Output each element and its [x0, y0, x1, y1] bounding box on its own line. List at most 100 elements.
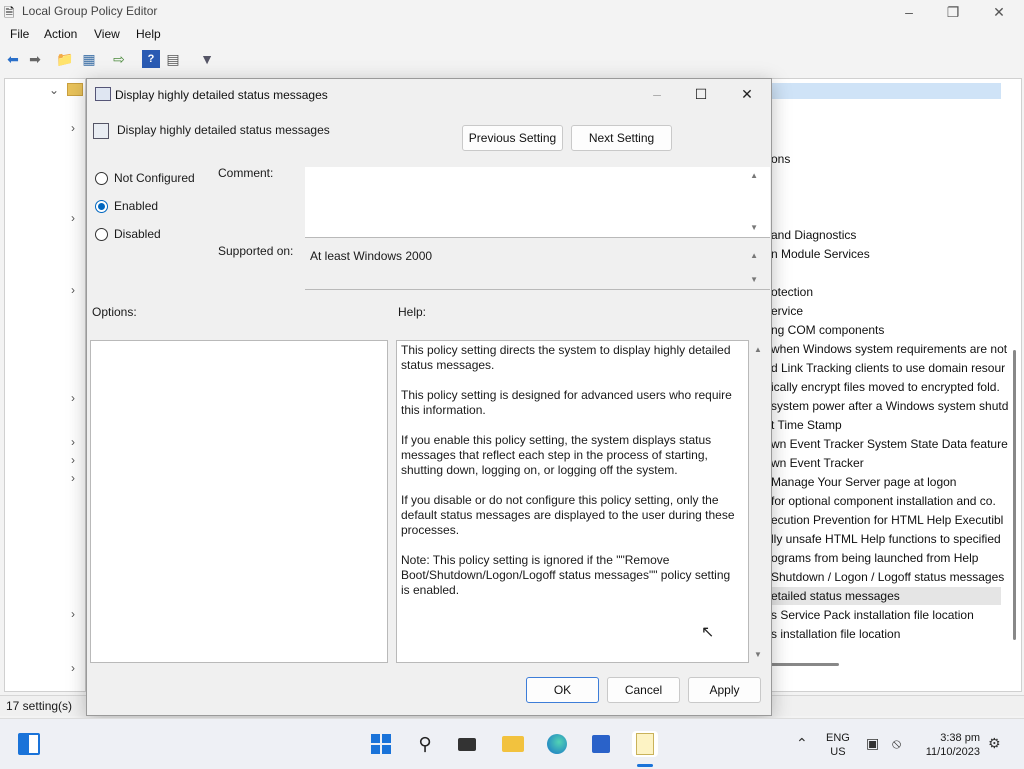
- store-icon[interactable]: [588, 731, 614, 757]
- list-item[interactable]: when Windows system requirements are not: [771, 342, 1007, 356]
- chevron-right-icon[interactable]: ›: [71, 121, 75, 135]
- radio-circle[interactable]: [95, 171, 108, 185]
- volume-muted-icon[interactable]: ⦸: [892, 735, 901, 752]
- chevron-right-icon[interactable]: ›: [71, 391, 75, 405]
- radio-label: Enabled: [114, 199, 159, 213]
- file-explorer-icon[interactable]: [500, 731, 526, 757]
- list-item[interactable]: otection: [771, 285, 813, 299]
- chevron-right-icon[interactable]: ›: [71, 211, 75, 225]
- next-setting-button[interactable]: Next Setting: [571, 125, 672, 151]
- radio-enabled[interactable]: Enabled: [95, 199, 158, 213]
- edge-icon[interactable]: [544, 731, 570, 757]
- list-item[interactable]: etailed status messages: [771, 589, 900, 603]
- apply-button[interactable]: Apply: [688, 677, 761, 703]
- minimize-button[interactable]: –: [886, 0, 932, 24]
- radio-circle-selected[interactable]: [95, 199, 108, 213]
- radio-disabled[interactable]: Disabled: [95, 227, 161, 241]
- status-text: 17 setting(s): [6, 699, 73, 713]
- policy-dialog: Display highly detailed status messages …: [86, 78, 772, 716]
- input-language-indicator[interactable]: ENG US: [826, 731, 850, 759]
- scroll-up-arrow-icon[interactable]: ▲: [750, 171, 758, 180]
- menu-view[interactable]: View: [94, 27, 120, 41]
- list-item[interactable]: Manage Your Server page at logon: [771, 475, 956, 489]
- chevron-down-icon[interactable]: ⌄: [49, 83, 59, 97]
- cancel-button[interactable]: Cancel: [607, 677, 680, 703]
- radio-circle[interactable]: [95, 227, 108, 241]
- tree-pane[interactable]: ⌄ › › › › › › › › ›: [4, 78, 86, 692]
- scroll-down-arrow-icon[interactable]: ▼: [750, 223, 758, 232]
- chevron-up-icon[interactable]: ⌃: [796, 735, 808, 752]
- notification-icon[interactable]: ⚙: [988, 735, 1001, 752]
- list-item[interactable]: ecution Prevention for HTML Help Executi…: [771, 513, 1003, 527]
- scroll-up-arrow-icon[interactable]: ▲: [750, 251, 758, 260]
- ok-button[interactable]: OK: [526, 677, 599, 703]
- dialog-maximize-button[interactable]: ☐: [679, 79, 723, 109]
- help-scroll-up-icon[interactable]: ▲: [754, 345, 762, 354]
- help-scroll-down-icon[interactable]: ▼: [754, 650, 762, 659]
- task-view-icon[interactable]: [454, 731, 480, 757]
- list-item[interactable]: wn Event Tracker System State Data featu…: [771, 437, 1008, 451]
- chevron-right-icon[interactable]: ›: [71, 471, 75, 485]
- gpedit-app-icon: 🗎: [4, 5, 15, 20]
- supported-on-value: At least Windows 2000: [310, 249, 433, 263]
- options-label: Options:: [92, 305, 137, 319]
- list-item[interactable]: for optional component installation and …: [771, 494, 996, 508]
- horizontal-scrollbar[interactable]: [769, 663, 839, 666]
- show-hide-tree-icon[interactable]: ▦: [80, 50, 98, 68]
- close-button[interactable]: ✕: [976, 0, 1022, 24]
- maximize-button[interactable]: ❐: [930, 0, 976, 24]
- list-item[interactable]: ervice: [771, 304, 803, 318]
- properties-icon[interactable]: ▤: [164, 50, 182, 68]
- help-icon[interactable]: ?: [142, 50, 160, 68]
- list-item[interactable]: ng COM components: [771, 323, 884, 337]
- list-item[interactable]: s Service Pack installation file locatio…: [771, 608, 974, 622]
- list-item[interactable]: wn Event Tracker: [771, 456, 864, 470]
- start-icon[interactable]: [368, 731, 394, 757]
- chevron-right-icon[interactable]: ›: [71, 435, 75, 449]
- help-text: This policy setting directs the system t…: [401, 343, 741, 613]
- chevron-right-icon[interactable]: ›: [71, 453, 75, 467]
- comment-field[interactable]: ▲ ▼: [305, 167, 770, 238]
- radio-not-configured[interactable]: Not Configured: [95, 171, 195, 185]
- list-column-header[interactable]: [769, 83, 1001, 99]
- export-list-icon[interactable]: ⇨: [110, 50, 128, 68]
- dialog-close-button[interactable]: ✕: [725, 79, 769, 109]
- list-item[interactable]: ons: [771, 152, 790, 166]
- list-item[interactable]: system power after a Windows system shut…: [771, 399, 1008, 413]
- up-folder-icon[interactable]: 📁: [56, 50, 74, 68]
- filter-icon[interactable]: ▼: [198, 50, 216, 68]
- list-item[interactable]: ically encrypt files moved to encrypted …: [771, 380, 1000, 394]
- region-text: US: [830, 746, 846, 758]
- list-item[interactable]: n Module Services: [771, 247, 870, 261]
- clock[interactable]: 3:38 pm 11/10/2023: [922, 731, 980, 759]
- menu-file[interactable]: File: [10, 27, 29, 41]
- settings-list[interactable]: ons and Diagnostics n Module Services ot…: [768, 78, 1022, 692]
- list-item[interactable]: lly unsafe HTML Help functions to specif…: [771, 532, 1001, 546]
- dialog-title: Display highly detailed status messages: [115, 88, 328, 102]
- list-item[interactable]: ograms from being launched from Help: [771, 551, 978, 565]
- chevron-right-icon[interactable]: ›: [71, 661, 75, 675]
- chevron-right-icon[interactable]: ›: [71, 283, 75, 297]
- previous-setting-button[interactable]: Previous Setting: [462, 125, 563, 151]
- list-item[interactable]: d Link Tracking clients to use domain re…: [771, 361, 1005, 375]
- options-pane: [90, 340, 388, 663]
- list-item[interactable]: s installation file location: [771, 627, 900, 641]
- network-icon[interactable]: ▣: [866, 735, 879, 752]
- forward-icon[interactable]: ➡: [26, 50, 44, 68]
- list-item[interactable]: and Diagnostics: [771, 228, 856, 242]
- notepad-icon[interactable]: [632, 731, 658, 757]
- widgets-icon[interactable]: [16, 731, 42, 757]
- mouse-cursor-icon: ↖: [701, 624, 715, 641]
- back-icon[interactable]: ⬅: [4, 50, 22, 68]
- supported-on-field: At least Windows 2000 ▲ ▼: [305, 243, 770, 290]
- list-item[interactable]: t Time Stamp: [771, 418, 842, 432]
- window-title: Local Group Policy Editor: [22, 4, 158, 18]
- search-icon[interactable]: ⚲: [412, 731, 438, 757]
- menu-help[interactable]: Help: [136, 27, 161, 41]
- menu-action[interactable]: Action: [44, 27, 77, 41]
- chevron-right-icon[interactable]: ›: [71, 607, 75, 621]
- list-item[interactable]: Shutdown / Logon / Logoff status message…: [771, 570, 1004, 584]
- help-paragraph: Note: This policy setting is ignored if …: [401, 553, 731, 597]
- vertical-scrollbar[interactable]: [1013, 350, 1016, 640]
- scroll-down-arrow-icon[interactable]: ▼: [750, 275, 758, 284]
